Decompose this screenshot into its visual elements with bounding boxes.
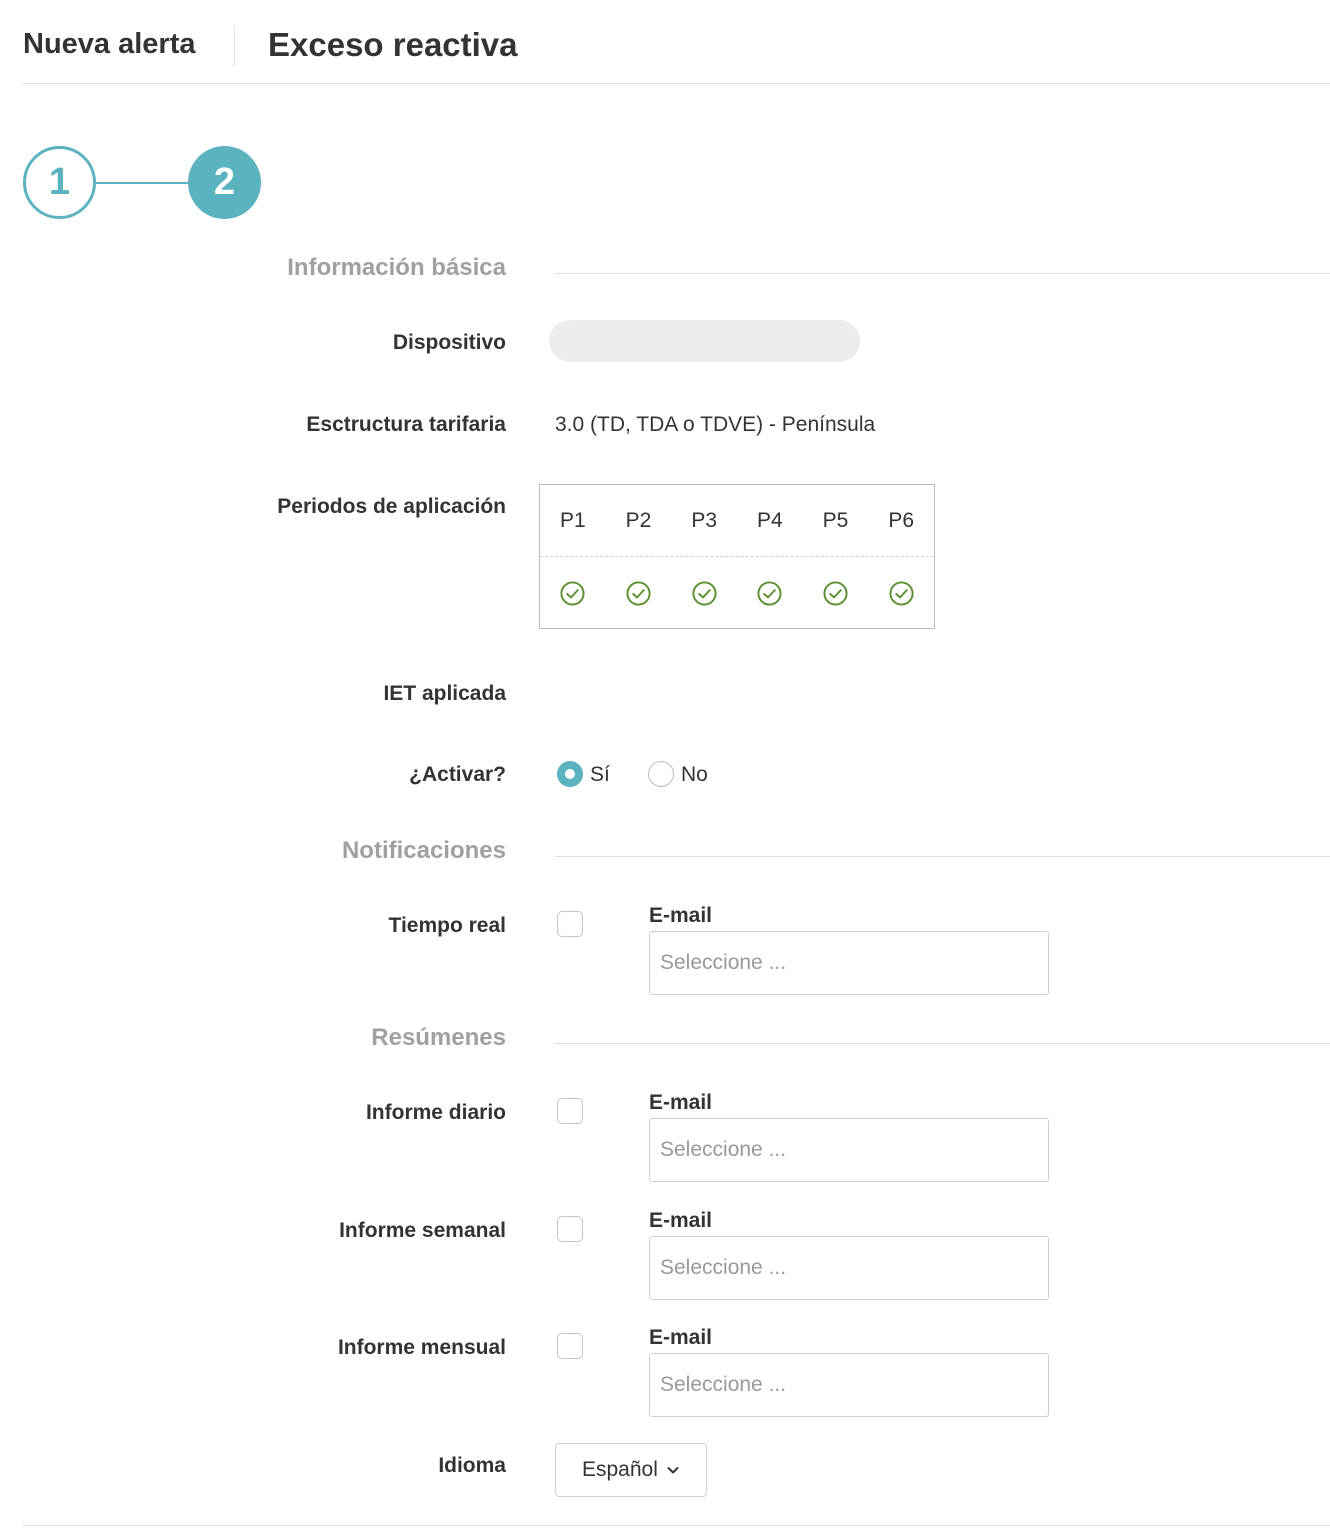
check-circle-icon[interactable]	[625, 580, 652, 607]
daily-report-label: Informe diario	[365, 1101, 506, 1124]
realtime-label: Tiempo real	[388, 914, 507, 937]
periods-table: P1 P2 P3 P4 P5 P6	[539, 484, 935, 629]
periods-check-row	[540, 557, 934, 629]
header-divider	[234, 26, 235, 66]
monthly-email-label: E-mail	[649, 1326, 713, 1349]
section-rule	[555, 1043, 1330, 1044]
section-rule	[555, 856, 1330, 857]
activate-yes-label[interactable]: Sí	[590, 763, 610, 787]
realtime-email-input[interactable]: Seleccione ...	[649, 931, 1049, 995]
stepper-connector	[95, 182, 189, 184]
weekly-report-label: Informe semanal	[339, 1219, 506, 1242]
device-label: Dispositivo	[392, 331, 506, 354]
language-selected-value: Español	[582, 1458, 658, 1481]
page-title: Exceso reactiva	[268, 26, 518, 63]
periods-label: Periodos de aplicación	[277, 495, 506, 518]
section-title-basic-info: Información básica	[287, 254, 506, 281]
header-rule	[23, 83, 1330, 84]
period-header: P3	[691, 508, 718, 532]
section-title-summaries: Resúmenes	[371, 1024, 506, 1051]
step-1[interactable]: 1	[23, 146, 96, 219]
daily-email-input[interactable]: Seleccione ...	[649, 1118, 1049, 1182]
period-header: P2	[625, 508, 652, 532]
language-select[interactable]: Español	[555, 1443, 707, 1497]
device-value	[549, 320, 860, 362]
language-label: Idioma	[438, 1454, 506, 1477]
period-header: P6	[888, 508, 915, 532]
check-circle-icon[interactable]	[559, 580, 586, 607]
iet-label: IET aplicada	[383, 682, 506, 705]
activate-label: ¿Activar?	[409, 763, 506, 786]
check-circle-icon[interactable]	[822, 580, 849, 607]
breadcrumb-new-alert[interactable]: Nueva alerta	[23, 28, 196, 61]
realtime-checkbox[interactable]	[557, 911, 583, 937]
check-circle-icon[interactable]	[691, 580, 718, 607]
weekly-email-label: E-mail	[649, 1209, 713, 1232]
period-header: P5	[822, 508, 849, 532]
step-2-active[interactable]: 2	[188, 146, 261, 219]
realtime-email-label: E-mail	[649, 904, 713, 927]
periods-header-row: P1 P2 P3 P4 P5 P6	[540, 485, 934, 557]
chevron-down-icon	[667, 1467, 679, 1474]
monthly-email-input[interactable]: Seleccione ...	[649, 1353, 1049, 1417]
monthly-report-label: Informe mensual	[337, 1336, 506, 1359]
activate-yes-radio[interactable]	[557, 761, 583, 787]
daily-report-checkbox[interactable]	[557, 1098, 583, 1124]
check-circle-icon[interactable]	[756, 580, 783, 607]
section-rule	[555, 273, 1330, 274]
weekly-report-checkbox[interactable]	[557, 1216, 583, 1242]
weekly-email-input[interactable]: Seleccione ...	[649, 1236, 1049, 1300]
activate-no-radio[interactable]	[648, 761, 674, 787]
tariff-value: 3.0 (TD, TDA o TDVE) - Península	[555, 413, 876, 436]
monthly-report-checkbox[interactable]	[557, 1333, 583, 1359]
period-header: P4	[757, 508, 783, 532]
section-title-notifications: Notificaciones	[341, 837, 506, 864]
tariff-label: Esctructura tarifaria	[306, 413, 506, 436]
check-circle-icon[interactable]	[888, 580, 915, 607]
activate-no-label[interactable]: No	[681, 763, 708, 787]
footer-rule	[23, 1525, 1330, 1526]
period-header: P1	[559, 508, 586, 532]
daily-email-label: E-mail	[649, 1091, 713, 1114]
